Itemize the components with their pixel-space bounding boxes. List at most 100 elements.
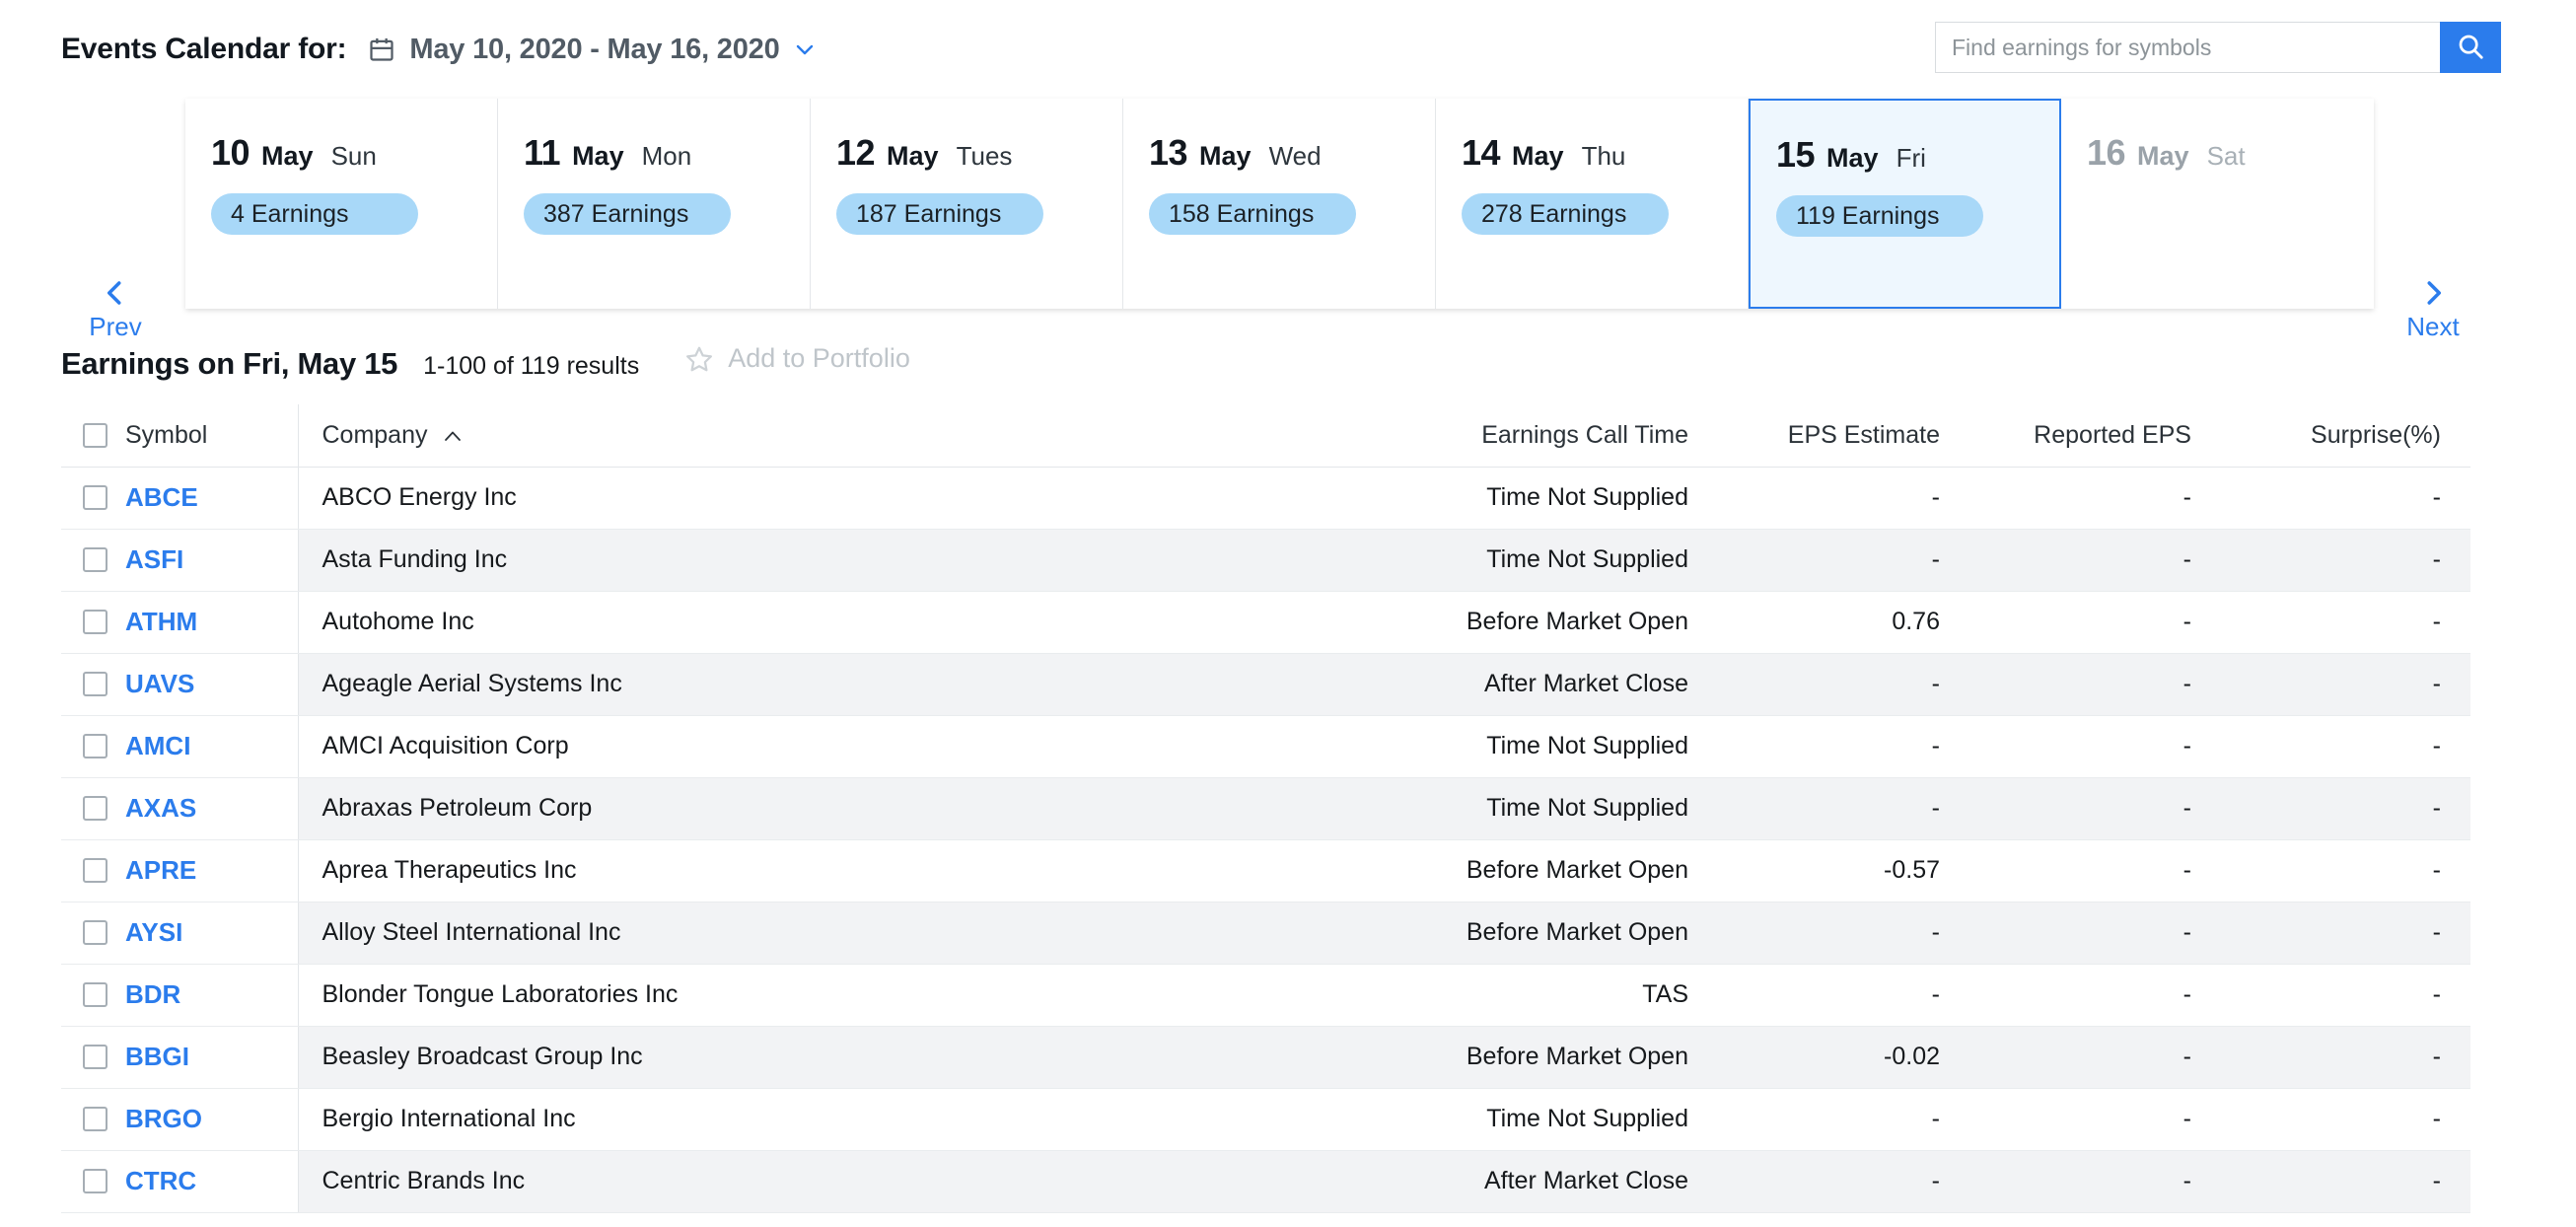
symbol-link[interactable]: BDR: [125, 979, 180, 1010]
chevron-right-icon: [2418, 278, 2448, 308]
row-checkbox[interactable]: [83, 920, 107, 945]
cell-company: Blonder Tongue Laboratories Inc: [298, 964, 1245, 1027]
symbol-link[interactable]: AMCI: [125, 731, 190, 761]
cell-company: Abraxas Petroleum Corp: [298, 777, 1245, 840]
chevron-down-icon[interactable]: [793, 37, 817, 61]
day-month: May: [2137, 141, 2189, 171]
table-row[interactable]: AMCI AMCI Acquisition Corp Time Not Suppli…: [61, 715, 2470, 778]
results-count: 1-100 of 119 results: [423, 351, 640, 380]
table-row[interactable]: AYSI Alloy Steel International Inc Before …: [61, 902, 2470, 965]
table-row[interactable]: APRE Aprea Therapeutics Inc Before Market …: [61, 839, 2470, 902]
earnings-count-badge: 158 Earnings: [1149, 193, 1356, 235]
day-card-10[interactable]: 10 May Sun 4 Earnings: [185, 99, 498, 309]
symbol-link[interactable]: CTRC: [125, 1166, 196, 1196]
row-checkbox[interactable]: [83, 485, 107, 510]
cell-surprise: -: [2221, 529, 2470, 592]
day-weekday: Thu: [1581, 141, 1626, 171]
column-header-symbol[interactable]: Symbol: [61, 404, 299, 468]
row-checkbox[interactable]: [83, 734, 107, 758]
column-header-reported-eps[interactable]: Reported EPS: [1969, 404, 2221, 468]
cell-reported-eps: -: [1969, 964, 2221, 1027]
row-checkbox[interactable]: [83, 982, 107, 1007]
symbol-link[interactable]: ASFI: [125, 544, 183, 575]
day-card-14[interactable]: 14 May Thu 278 Earnings: [1436, 99, 1749, 309]
symbol-link[interactable]: BRGO: [125, 1104, 202, 1134]
day-month: May: [887, 141, 939, 171]
symbol-link[interactable]: ATHM: [125, 607, 197, 637]
day-card-16[interactable]: 16 May Sat: [2061, 99, 2374, 309]
symbol-link[interactable]: APRE: [125, 855, 196, 886]
cell-surprise: -: [2221, 1150, 2470, 1213]
row-checkbox[interactable]: [83, 672, 107, 696]
symbol-link[interactable]: AYSI: [125, 917, 182, 948]
table-row[interactable]: CTRC Centric Brands Inc After Market Close…: [61, 1150, 2470, 1213]
table-row[interactable]: AXAS Abraxas Petroleum Corp Time Not Suppl…: [61, 777, 2470, 840]
cell-call-time: Time Not Supplied: [1245, 715, 1718, 778]
column-header-call-time[interactable]: Earnings Call Time: [1245, 404, 1718, 468]
cell-company: Alloy Steel International Inc: [298, 902, 1245, 965]
cell-eps-estimate: -: [1718, 715, 1969, 778]
search-input[interactable]: [1935, 22, 2440, 73]
column-header-surprise[interactable]: Surprise(%): [2221, 404, 2470, 468]
prev-week-button[interactable]: Prev: [61, 278, 170, 340]
symbol-link[interactable]: AXAS: [125, 793, 196, 824]
cell-surprise: -: [2221, 839, 2470, 902]
cell-eps-estimate: 0.76: [1718, 591, 1969, 654]
day-card-13[interactable]: 13 May Wed 158 Earnings: [1123, 99, 1436, 309]
table-row[interactable]: ATHM Autohome Inc Before Market Open 0.76- -: [61, 591, 2470, 654]
table-row[interactable]: BRGO Bergio International Inc Time Not Sup…: [61, 1088, 2470, 1151]
table-row[interactable]: ABCE ABCO Energy Inc Time Not Supplied - - -: [61, 467, 2470, 530]
row-checkbox[interactable]: [83, 1045, 107, 1069]
day-weekday: Mon: [641, 141, 692, 171]
date-range-label[interactable]: May 10, 2020 - May 16, 2020: [409, 34, 779, 66]
caret-up-icon: [444, 420, 462, 442]
cell-surprise: -: [2221, 653, 2470, 716]
day-number: 15: [1776, 134, 1816, 175]
table-row[interactable]: BDR Blonder Tongue Laboratories Inc TAS - - -: [61, 964, 2470, 1027]
day-number: 16: [2087, 132, 2126, 173]
cell-surprise: -: [2221, 715, 2470, 778]
table-row[interactable]: BBGI Beasley Broadcast Group Inc Before Ma…: [61, 1026, 2470, 1089]
search-icon: [2456, 32, 2485, 64]
row-checkbox[interactable]: [83, 1169, 107, 1193]
search-button[interactable]: [2440, 22, 2501, 73]
cell-reported-eps: -: [1969, 591, 2221, 654]
day-card-11[interactable]: 11 May Mon 387 Earnings: [498, 99, 811, 309]
day-number: 14: [1462, 132, 1501, 173]
search-group: [1935, 22, 2501, 73]
cell-symbol: BDR: [61, 964, 299, 1027]
day-card-heading: 13 May Wed: [1149, 132, 1409, 173]
cell-surprise: -: [2221, 1026, 2470, 1089]
next-week-button[interactable]: Next: [2379, 278, 2487, 340]
row-checkbox[interactable]: [83, 858, 107, 883]
column-header-eps-estimate[interactable]: EPS Estimate: [1718, 404, 1969, 468]
row-checkbox[interactable]: [83, 547, 107, 572]
column-header-company[interactable]: Company: [298, 404, 1245, 468]
add-to-portfolio-button[interactable]: Add to Portfolio: [684, 343, 910, 374]
day-number: 13: [1149, 132, 1188, 173]
cell-reported-eps: -: [1969, 902, 2221, 965]
cell-company: Asta Funding Inc: [298, 529, 1245, 592]
earnings-count-badge: 387 Earnings: [524, 193, 731, 235]
symbol-link[interactable]: BBGI: [125, 1042, 189, 1072]
row-checkbox[interactable]: [83, 796, 107, 821]
cell-eps-estimate: -0.02: [1718, 1026, 1969, 1089]
table-row[interactable]: ASFI Asta Funding Inc Time Not Supplied - - -: [61, 529, 2470, 592]
cell-call-time: After Market Close: [1245, 1150, 1718, 1213]
cell-surprise: -: [2221, 902, 2470, 965]
results-title: Earnings on Fri, May 15: [61, 345, 398, 381]
cell-symbol: AYSI: [61, 902, 299, 965]
earnings-table-container[interactable]: Symbol Company Earnings Call Time EPS Es…: [61, 404, 2470, 1227]
row-checkbox[interactable]: [83, 1107, 107, 1131]
symbol-link[interactable]: UAVS: [125, 669, 194, 699]
day-card-15[interactable]: 15 May Fri 119 Earnings: [1749, 99, 2061, 309]
day-month: May: [1826, 143, 1879, 173]
table-row[interactable]: UAVS Ageagle Aerial Systems Inc After Mark…: [61, 653, 2470, 716]
symbol-link[interactable]: ABCE: [125, 482, 198, 513]
cell-call-time: Time Not Supplied: [1245, 777, 1718, 840]
select-all-checkbox[interactable]: [83, 422, 107, 448]
day-weekday: Wed: [1268, 141, 1322, 171]
cell-reported-eps: -: [1969, 1150, 2221, 1213]
day-card-12[interactable]: 12 May Tues 187 Earnings: [811, 99, 1123, 309]
row-checkbox[interactable]: [83, 610, 107, 634]
